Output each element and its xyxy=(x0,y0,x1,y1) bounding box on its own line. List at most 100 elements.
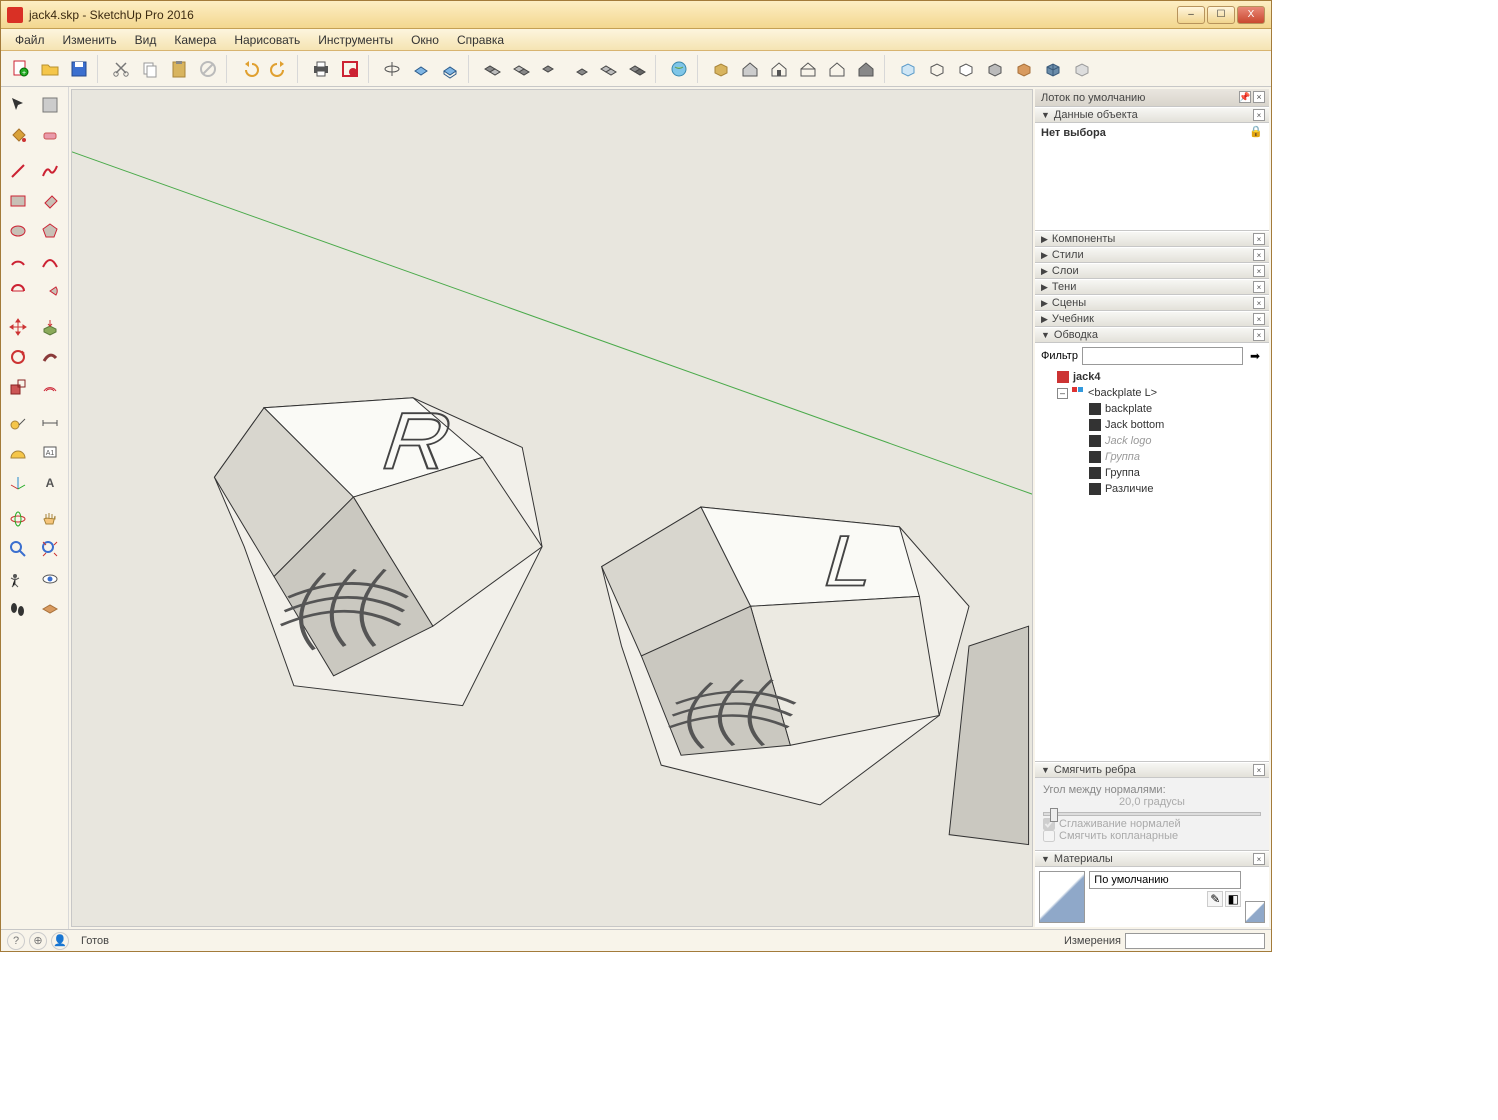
house-2-icon[interactable] xyxy=(765,55,793,83)
measurements-input[interactable] xyxy=(1125,933,1265,949)
panel-materials-close-icon[interactable]: × xyxy=(1253,853,1265,865)
menu-draw[interactable]: Нарисовать xyxy=(226,31,308,49)
help-icon[interactable]: ? xyxy=(7,932,25,950)
menu-view[interactable]: Вид xyxy=(127,31,165,49)
viewport-3d[interactable]: R L xyxy=(71,89,1033,927)
style-wireframe-icon[interactable] xyxy=(923,55,951,83)
print-icon[interactable] xyxy=(307,55,335,83)
orbit-tool-icon[interactable] xyxy=(3,505,33,533)
axes-tool-icon[interactable] xyxy=(3,469,33,497)
style-hidden-icon[interactable] xyxy=(952,55,980,83)
tree-item[interactable]: Группа xyxy=(1041,449,1263,465)
component-icon[interactable] xyxy=(707,55,735,83)
3dtext-tool-icon[interactable]: A xyxy=(35,469,65,497)
solid-intersect-icon[interactable] xyxy=(507,55,535,83)
freehand-icon[interactable] xyxy=(35,157,65,185)
panel-entity-close-icon[interactable]: × xyxy=(1253,109,1265,121)
front-view-icon[interactable] xyxy=(436,55,464,83)
user-icon[interactable]: 👤 xyxy=(51,932,69,950)
copy-icon[interactable] xyxy=(136,55,164,83)
tray-close-icon[interactable]: × xyxy=(1253,91,1265,103)
circle-tool-icon[interactable] xyxy=(3,217,33,245)
material-sample-icon[interactable]: ◧ xyxy=(1225,891,1241,907)
protractor-tool-icon[interactable] xyxy=(3,439,33,467)
style-xray-icon[interactable] xyxy=(894,55,922,83)
dimension-tool-icon[interactable] xyxy=(35,409,65,437)
rotated-rect-icon[interactable] xyxy=(35,187,65,215)
paste-icon[interactable] xyxy=(165,55,193,83)
location-icon[interactable] xyxy=(665,55,693,83)
panel-outliner[interactable]: ▼Обводка× xyxy=(1035,327,1269,343)
solid-outer-icon[interactable] xyxy=(623,55,651,83)
offset-tool-icon[interactable] xyxy=(35,373,65,401)
style-mono-icon[interactable] xyxy=(1039,55,1067,83)
solid-split-icon[interactable] xyxy=(594,55,622,83)
menu-help[interactable]: Справка xyxy=(449,31,512,49)
menu-tools[interactable]: Инструменты xyxy=(310,31,401,49)
panel-shadows[interactable]: ▶Тени× xyxy=(1035,279,1269,295)
redo-icon[interactable] xyxy=(265,55,293,83)
followme-tool-icon[interactable] xyxy=(35,343,65,371)
tree-item[interactable]: Группа xyxy=(1041,465,1263,481)
tree-collapse-icon[interactable]: – xyxy=(1057,388,1068,399)
paint-bucket-icon[interactable] xyxy=(3,121,33,149)
outliner-filter-input[interactable] xyxy=(1082,347,1243,365)
rotate-tool-icon[interactable] xyxy=(3,343,33,371)
solid-trim-icon[interactable] xyxy=(565,55,593,83)
panel-soften-close-icon[interactable]: × xyxy=(1253,764,1265,776)
look-tool-icon[interactable] xyxy=(35,565,65,593)
scale-tool-icon[interactable] xyxy=(3,373,33,401)
close-button[interactable]: X xyxy=(1237,6,1265,24)
house-4-icon[interactable] xyxy=(823,55,851,83)
house-5-icon[interactable] xyxy=(852,55,880,83)
arc3-tool-icon[interactable] xyxy=(3,277,33,305)
panel-components[interactable]: ▶Компоненты× xyxy=(1035,231,1269,247)
solid-union-icon[interactable] xyxy=(478,55,506,83)
menu-window[interactable]: Окно xyxy=(403,31,447,49)
house-1-icon[interactable] xyxy=(736,55,764,83)
soften-coplanar-checkbox[interactable] xyxy=(1043,830,1055,842)
menu-file[interactable]: Файл xyxy=(7,31,53,49)
zoom-extents-icon[interactable] xyxy=(35,535,65,563)
material-name-input[interactable] xyxy=(1089,871,1241,889)
line-tool-icon[interactable] xyxy=(3,157,33,185)
arc-tool-icon[interactable] xyxy=(3,247,33,275)
tree-root[interactable]: jack4 xyxy=(1041,369,1263,385)
model-info-icon[interactable] xyxy=(336,55,364,83)
lock-icon[interactable]: 🔒 xyxy=(1249,125,1263,138)
walk-tool-icon[interactable] xyxy=(3,595,33,623)
material-default-swatch[interactable] xyxy=(1245,901,1265,923)
tree-item[interactable]: backplate xyxy=(1041,401,1263,417)
maximize-button[interactable]: ☐ xyxy=(1207,6,1235,24)
panel-styles[interactable]: ▶Стили× xyxy=(1035,247,1269,263)
position-camera-icon[interactable] xyxy=(3,565,33,593)
top-view-icon[interactable] xyxy=(407,55,435,83)
make-component-icon[interactable] xyxy=(35,91,65,119)
soften-slider[interactable] xyxy=(1043,812,1261,816)
solid-subtract-icon[interactable] xyxy=(536,55,564,83)
panel-entity-info[interactable]: ▼Данные объекта× xyxy=(1035,107,1269,123)
pan-tool-icon[interactable] xyxy=(35,505,65,533)
eraser-icon[interactable] xyxy=(35,121,65,149)
tree-item[interactable]: –<backplate L> xyxy=(1041,385,1263,401)
new-file-icon[interactable]: + xyxy=(7,55,35,83)
panel-instructor[interactable]: ▶Учебник× xyxy=(1035,311,1269,327)
erase-icon[interactable] xyxy=(194,55,222,83)
text-tool-icon[interactable]: A1 xyxy=(35,439,65,467)
undo-icon[interactable] xyxy=(236,55,264,83)
panel-scenes[interactable]: ▶Сцены× xyxy=(1035,295,1269,311)
tray-pin-icon[interactable]: 📌 xyxy=(1239,91,1251,103)
house-3-icon[interactable] xyxy=(794,55,822,83)
pushpull-tool-icon[interactable] xyxy=(35,313,65,341)
panel-instructor-close-icon[interactable]: × xyxy=(1253,313,1265,325)
arc2-tool-icon[interactable] xyxy=(35,247,65,275)
panel-shadows-close-icon[interactable]: × xyxy=(1253,281,1265,293)
save-icon[interactable] xyxy=(65,55,93,83)
minimize-button[interactable]: – xyxy=(1177,6,1205,24)
geo-icon[interactable]: ⊕ xyxy=(29,932,47,950)
style-shaded-icon[interactable] xyxy=(981,55,1009,83)
panel-scenes-close-icon[interactable]: × xyxy=(1253,297,1265,309)
outliner-details-icon[interactable]: ➡ xyxy=(1247,348,1263,364)
iso-icon[interactable] xyxy=(378,55,406,83)
section-tool-icon[interactable] xyxy=(35,595,65,623)
